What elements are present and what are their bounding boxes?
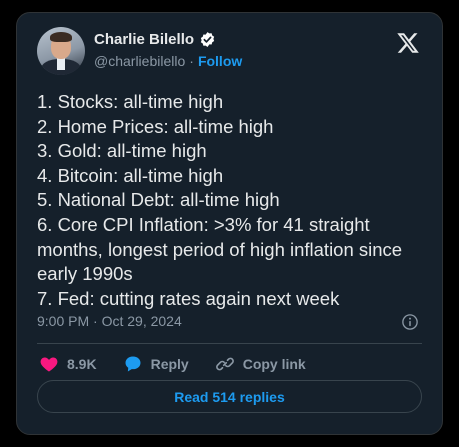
link-icon — [215, 357, 234, 371]
tweet-line: 5. National Debt: all-time high — [37, 189, 280, 211]
tweet-line: 1. Stocks: all-time high — [37, 91, 224, 112]
divider — [37, 343, 422, 344]
copy-link-button[interactable]: Copy link — [215, 354, 306, 374]
tweet-line: 2. Home Prices: all-time high — [37, 115, 274, 137]
tweet-line: 7. Fed: cutting rates again next week — [37, 287, 340, 309]
tweet-line: 4. Bitcoin: all-time high — [37, 164, 224, 186]
timestamp[interactable]: 9:00 PM · Oct 29, 2024 — [37, 313, 182, 329]
tweet-header: Charlie Bilello @charliebilello · Follow — [37, 27, 422, 79]
info-icon[interactable] — [401, 313, 419, 331]
tweet-meta: 9:00 PM · Oct 29, 2024 — [37, 313, 422, 333]
like-count: 8.9K — [67, 356, 97, 372]
heart-icon — [40, 357, 58, 372]
x-logo-icon[interactable] — [396, 31, 420, 55]
separator-dot: · — [189, 53, 194, 69]
tweet-line: 3. Gold: all-time high — [37, 140, 207, 162]
like-button[interactable]: 8.9K — [39, 354, 97, 374]
reply-bubble-icon — [125, 356, 141, 372]
read-replies-label: Read 514 replies — [174, 388, 285, 405]
tweet-line: 6. Core CPI Inflation: >3% for 41 straig… — [37, 213, 403, 285]
tweet-text: 1. Stocks: all-time high 2. Home Prices:… — [37, 90, 417, 311]
author-name-row: Charlie Bilello — [94, 31, 216, 48]
action-bar: 8.9K Reply Copy link — [39, 353, 332, 375]
author-name[interactable]: Charlie Bilello — [94, 31, 194, 48]
copy-link-label: Copy link — [242, 356, 306, 372]
read-replies-button[interactable]: Read 514 replies — [37, 380, 422, 413]
follow-button[interactable]: Follow — [198, 53, 242, 69]
avatar[interactable] — [37, 27, 85, 75]
reply-button[interactable]: Reply — [123, 354, 189, 374]
handle-row: @charliebilello · Follow — [94, 53, 242, 69]
tweet-embed-card: Charlie Bilello @charliebilello · Follow… — [16, 12, 443, 435]
author-handle[interactable]: @charliebilello — [94, 53, 185, 69]
verified-badge-icon — [200, 32, 215, 47]
reply-label: Reply — [150, 356, 189, 372]
